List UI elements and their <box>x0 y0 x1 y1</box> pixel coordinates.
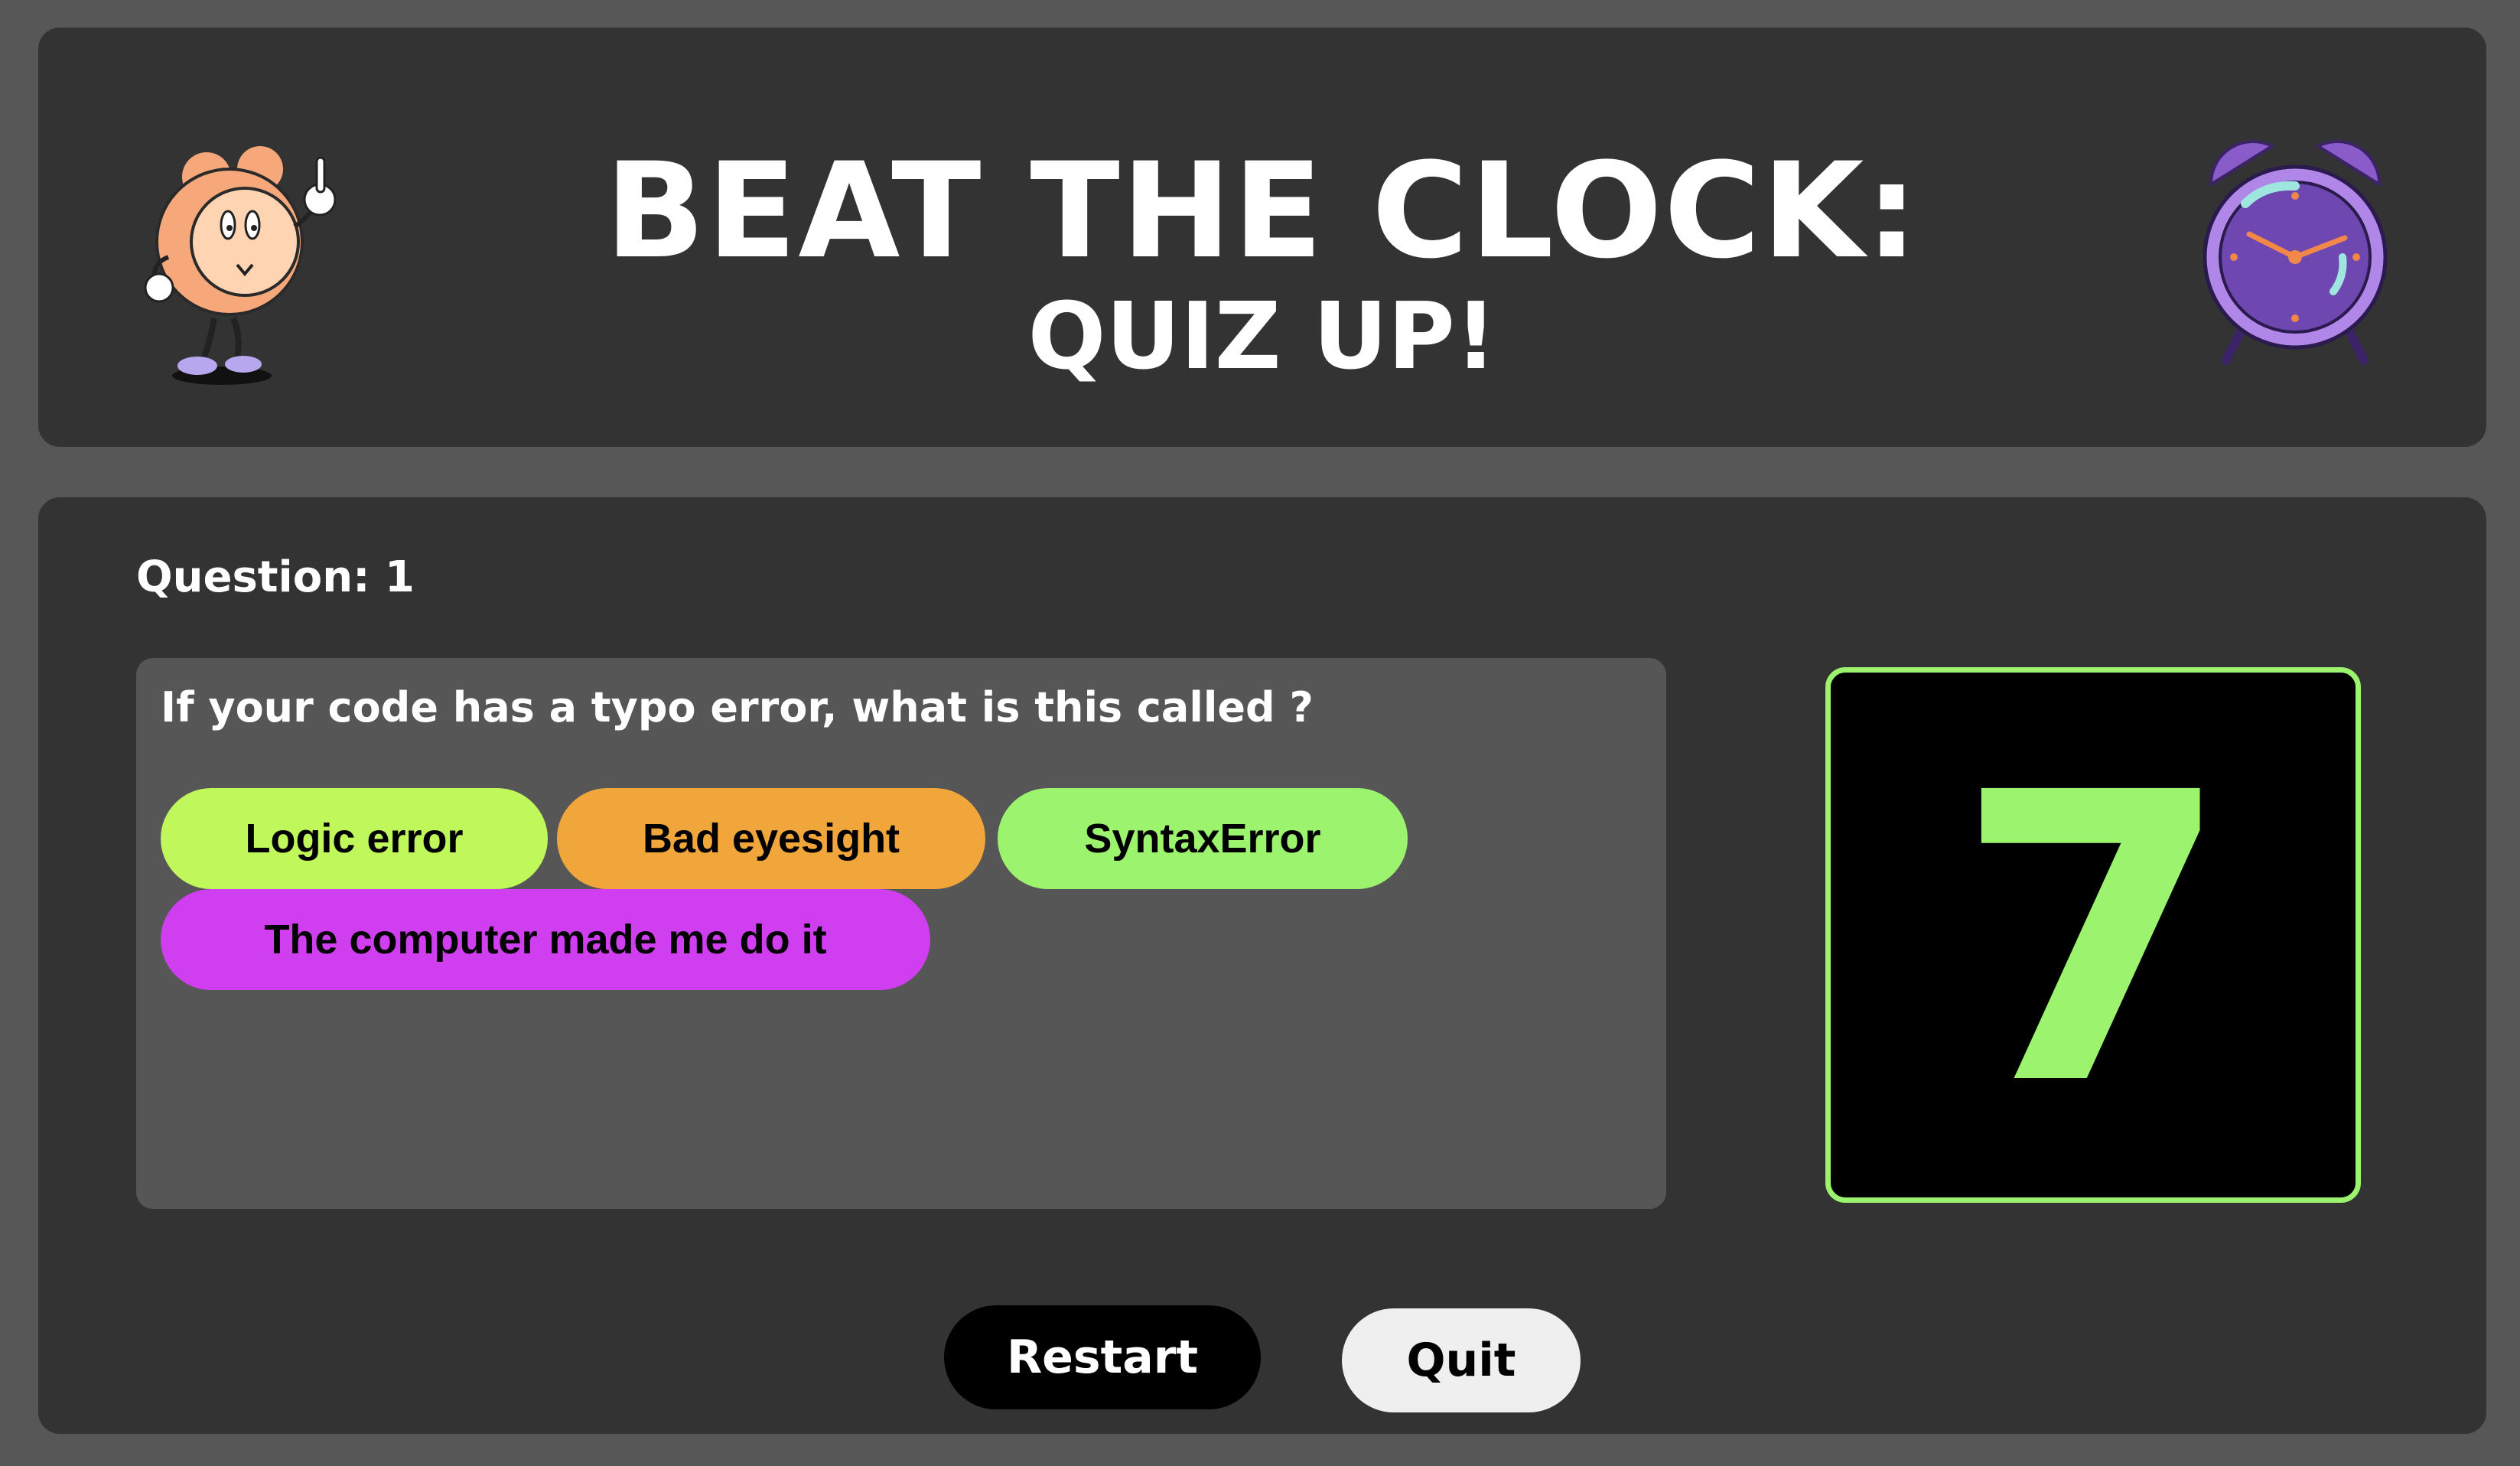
question-text: If your code has a typo error, what is t… <box>161 683 1314 731</box>
header-panel: BEAT THE CLOCK: QUIZ UP! <box>38 28 2486 447</box>
quiz-panel: Question: 1 If your code has a typo erro… <box>38 497 2486 1434</box>
answer-button-bad-eyesight[interactable]: Bad eyesight <box>557 788 985 889</box>
alarm-clock-icon <box>2203 140 2388 365</box>
question-number: Question: 1 <box>136 552 415 602</box>
answer-button-syntax-error[interactable]: SyntaxError <box>998 788 1408 889</box>
title-subtitle: QUIZ UP! <box>1027 284 1497 390</box>
quit-button[interactable]: Quit <box>1342 1308 1581 1412</box>
answer-button-logic-error[interactable]: Logic error <box>161 788 548 889</box>
answer-button-computer-made-me[interactable]: The computer made me do it <box>161 889 930 990</box>
question-box: If your code has a typo error, what is t… <box>136 658 1666 1209</box>
countdown-timer: 7 <box>1825 667 2361 1203</box>
restart-button[interactable]: Restart <box>944 1305 1261 1409</box>
title-main: BEAT THE CLOCK: <box>604 134 1920 288</box>
timer-seconds: 7 <box>1955 709 2232 1172</box>
